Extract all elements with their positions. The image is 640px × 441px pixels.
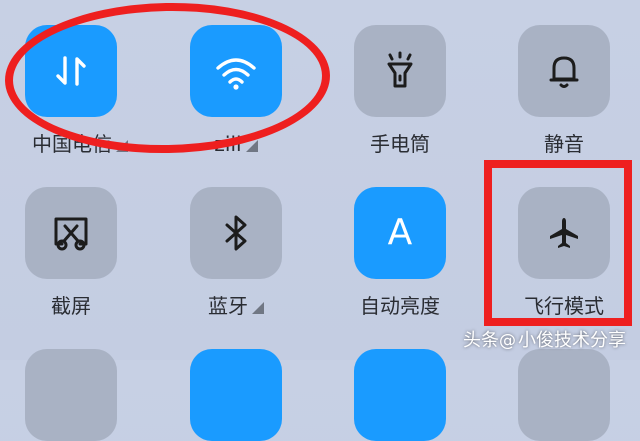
tile-label-flashlight: 手电筒 xyxy=(370,132,430,156)
annotation-rectangle xyxy=(484,160,632,326)
tile-row3-4[interactable] xyxy=(518,349,610,441)
tile-row3-3[interactable] xyxy=(354,349,446,441)
dropdown-indicator-icon[interactable] xyxy=(252,302,264,314)
tile-label-bluetooth: 蓝牙 xyxy=(186,293,286,319)
letter-a-icon: A xyxy=(387,212,413,253)
bluetooth-toggle[interactable] xyxy=(190,187,282,279)
bluetooth-icon xyxy=(221,213,251,253)
auto-brightness-toggle[interactable]: A xyxy=(354,187,446,279)
tile-row3-2[interactable] xyxy=(190,349,282,441)
tile-label-screenshot: 截屏 xyxy=(51,294,91,318)
flashlight-toggle[interactable] xyxy=(354,25,446,117)
screenshot-toggle[interactable] xyxy=(25,187,117,279)
flashlight-icon xyxy=(382,51,418,91)
mute-toggle[interactable] xyxy=(518,25,610,117)
watermark: 头条@ 小俊技术分享 xyxy=(463,330,626,351)
tile-row3-1[interactable] xyxy=(25,349,117,441)
tile-label-auto-brightness: 自动亮度 xyxy=(360,294,440,318)
bell-icon xyxy=(546,51,582,91)
scissors-screenshot-icon xyxy=(51,213,91,253)
tile-label-mute: 静音 xyxy=(544,132,584,156)
